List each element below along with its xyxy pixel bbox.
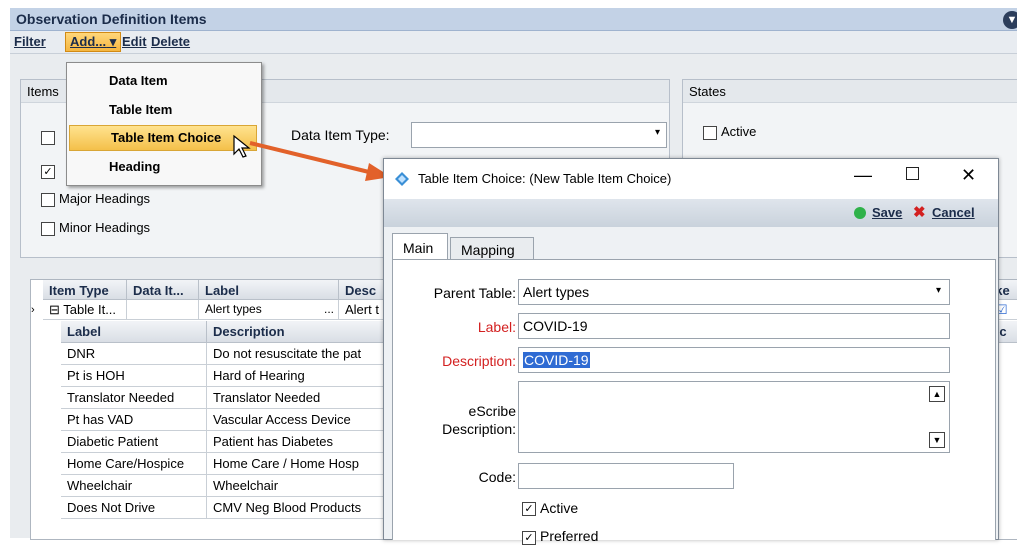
escribe-description-textarea[interactable]: ▲ ▼	[518, 381, 950, 453]
scroll-up-icon[interactable]: ▲	[929, 386, 945, 402]
menu-filter[interactable]: Filter	[14, 34, 46, 49]
tab-main[interactable]: Main	[392, 233, 448, 260]
cancel-icon: ✖	[913, 204, 926, 221]
table-row-label[interactable]: Wheelchair	[61, 475, 207, 497]
app-icon	[395, 172, 409, 186]
menu-item-table-item[interactable]: Table Item	[69, 98, 257, 124]
parent-row-data-item[interactable]	[127, 300, 199, 320]
parent-table-select[interactable]: Alert types ▾	[518, 279, 950, 305]
save-button[interactable]: Save	[872, 205, 902, 220]
ellipsis-icon: ...	[323, 302, 334, 316]
items-checkbox-2[interactable]: ✓	[41, 165, 55, 179]
table-row-label[interactable]: Translator Needed	[61, 387, 207, 409]
escribe-label-line1: eScribe	[468, 403, 516, 419]
table-row-label[interactable]: Home Care/Hospice	[61, 453, 207, 475]
window-title: Observation Definition Items	[16, 11, 207, 27]
close-icon[interactable]: ✕	[961, 165, 976, 186]
menu-add[interactable]: Add... ▾	[65, 32, 122, 52]
active-label: Active	[540, 500, 579, 516]
active-checkbox[interactable]: ✓	[522, 502, 536, 516]
items-checkbox-major[interactable]	[41, 193, 55, 207]
code-label: Code:	[478, 469, 516, 485]
window-titlebar: Observation Definition Items ▼	[10, 8, 1017, 31]
parent-row-type-text: Table It...	[63, 302, 117, 317]
chevron-circle-icon[interactable]: ▼	[1003, 11, 1017, 29]
menu-item-heading[interactable]: Heading	[69, 155, 257, 181]
states-active-label: Active	[721, 124, 757, 139]
save-icon	[854, 207, 866, 219]
menu-delete[interactable]: Delete	[151, 34, 190, 49]
add-dropdown-menu: Data Item Table Item Table Item Choice H…	[66, 62, 262, 186]
major-headings-label: Major Headings	[59, 191, 151, 206]
col-item-type[interactable]: Item Type	[43, 280, 127, 300]
parent-table-value: Alert types	[523, 284, 590, 300]
description-field-label: Description:	[442, 353, 516, 369]
label-field-label: Label:	[477, 319, 516, 335]
dropdown-arrow-icon: ▾	[935, 285, 941, 296]
tab-mapping[interactable]: Mapping	[450, 237, 534, 260]
minimize-icon[interactable]: —	[854, 165, 872, 186]
states-group-title: States	[689, 84, 726, 99]
code-input[interactable]	[518, 463, 734, 489]
minor-headings-label: Minor Headings	[59, 220, 151, 235]
dialog-toolbar: Save ✖ Cancel	[384, 199, 998, 227]
maximize-icon[interactable]	[906, 167, 919, 180]
parent-row-label[interactable]: Alert types...	[199, 300, 339, 320]
table-row-label[interactable]: Diabetic Patient	[61, 431, 207, 453]
table-item-choice-dialog: Table Item Choice: (New Table Item Choic…	[383, 158, 999, 545]
escribe-label-line2: Description:	[442, 421, 516, 437]
items-checkbox-minor[interactable]	[41, 222, 55, 236]
label-input[interactable]: COVID-19	[518, 313, 950, 339]
preferred-checkbox[interactable]: ✓	[522, 531, 536, 545]
cancel-button[interactable]: Cancel	[932, 205, 975, 220]
table-row-label[interactable]: Does Not Drive	[61, 497, 207, 519]
dialog-titlebar: Table Item Choice: (New Table Item Choic…	[384, 159, 998, 199]
data-item-type-select[interactable]: ▾	[411, 122, 667, 148]
preferred-label: Preferred	[540, 528, 599, 544]
col-label[interactable]: Label	[199, 280, 339, 300]
description-input[interactable]: COVID-19	[518, 347, 950, 373]
description-selected-text: COVID-19	[523, 352, 590, 368]
dropdown-arrow-icon: ▾	[654, 127, 660, 138]
sub-col-label[interactable]: Label	[61, 321, 207, 343]
states-group-header: States	[683, 80, 1017, 103]
menu-item-data-item[interactable]: Data Item	[69, 69, 257, 95]
menu-edit[interactable]: Edit	[122, 34, 147, 49]
parent-row-type[interactable]: ⊟ Table It...	[43, 300, 127, 320]
menu-item-table-item-choice[interactable]: Table Item Choice	[69, 125, 257, 151]
menu-bar: Filter Add... ▾ Edit Delete	[10, 31, 1017, 54]
annotation-arrow-icon	[249, 141, 391, 181]
col-data-item[interactable]: Data It...	[127, 280, 199, 300]
scroll-down-icon[interactable]: ▼	[929, 432, 945, 448]
table-row-label[interactable]: DNR	[61, 343, 207, 365]
items-group-title: Items	[27, 84, 59, 99]
parent-row-label-text: Alert types	[205, 302, 262, 316]
dialog-title: Table Item Choice: (New Table Item Choic…	[418, 171, 672, 186]
parent-table-label: Parent Table:	[433, 285, 516, 301]
table-row-label[interactable]: Pt is HOH	[61, 365, 207, 387]
row-pointer-icon: ›	[31, 304, 35, 316]
states-active-checkbox[interactable]	[703, 126, 717, 140]
items-checkbox-1[interactable]	[41, 131, 55, 145]
menu-add-label: Add...	[70, 34, 107, 49]
table-row-label[interactable]: Pt has VAD	[61, 409, 207, 431]
